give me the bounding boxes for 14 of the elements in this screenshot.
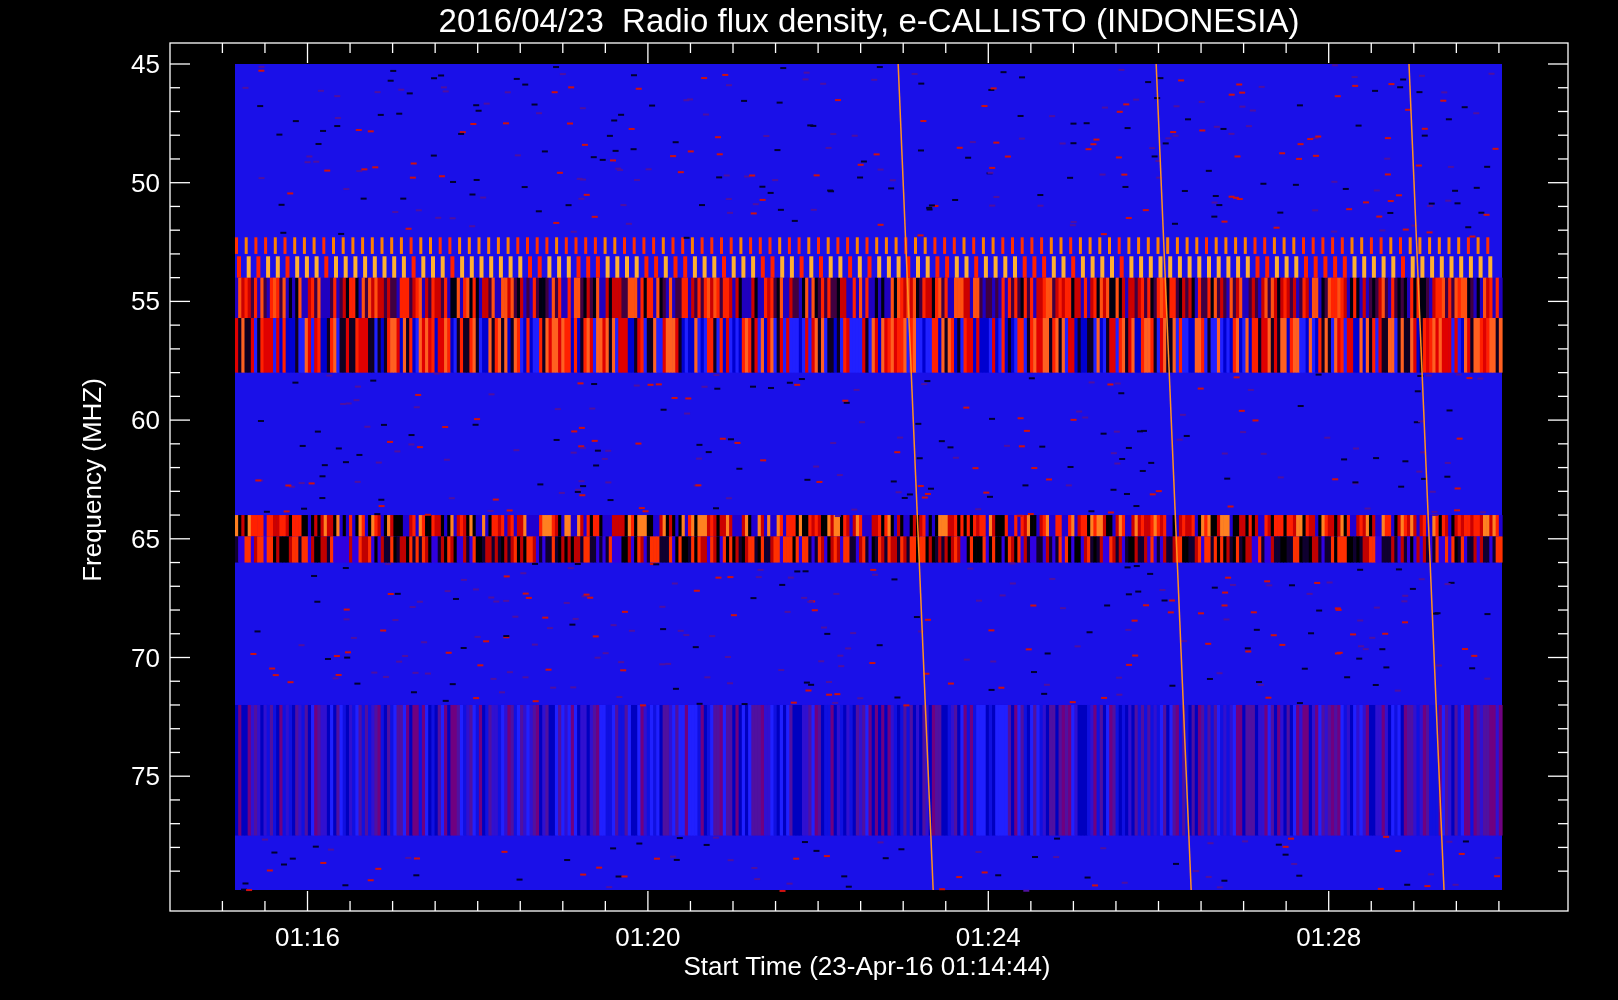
x-axis-label: Start Time (23-Apr-16 01:14:44) <box>683 951 1051 981</box>
y-tick-label: 60 <box>131 405 160 436</box>
y-tick-label: 65 <box>131 523 160 554</box>
chart-title: 2016/04/23 Radio flux density, e-CALLISTO (INDONESIA) <box>438 2 1300 39</box>
y-tick-label: 50 <box>131 167 160 198</box>
y-axis-label: Frequency (MHZ) <box>77 378 107 582</box>
y-tick-label: 75 <box>131 761 160 792</box>
y-tick-label: 55 <box>131 286 160 317</box>
x-tick-label: 01:20 <box>615 922 681 952</box>
y-tick-label: 45 <box>131 49 160 79</box>
x-tick-label: 01:24 <box>955 922 1021 952</box>
y-tick-label: 70 <box>131 642 160 673</box>
x-tick-label: 01:16 <box>274 922 341 952</box>
x-tick-label: 01:28 <box>1296 922 1362 952</box>
